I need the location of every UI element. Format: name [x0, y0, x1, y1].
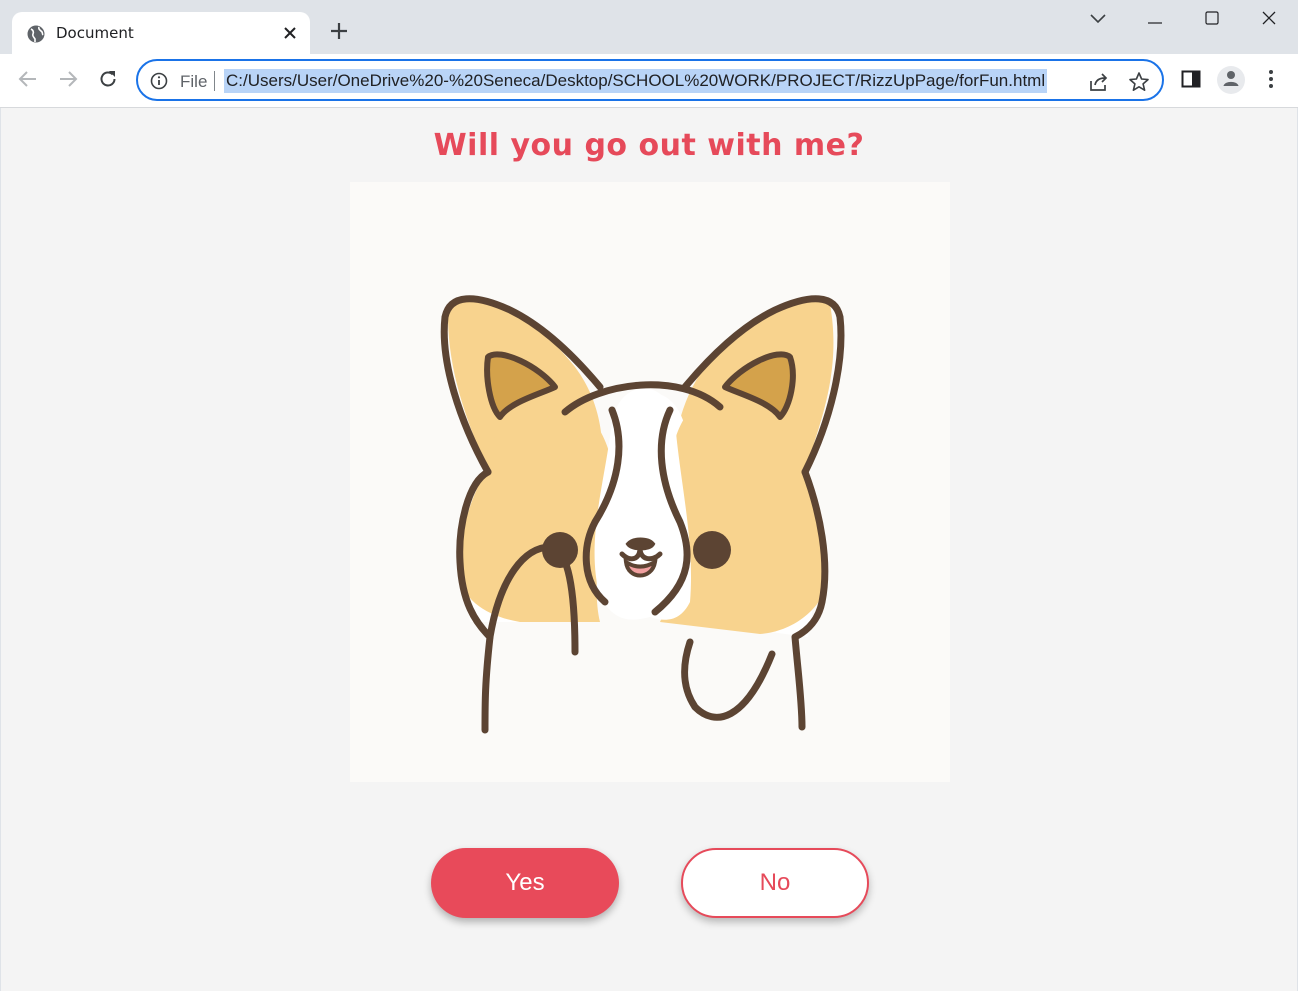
browser-toolbar: File C:/Users/User/OneDrive%20-%20Seneca…	[0, 54, 1298, 108]
page-title: Will you go out with me?	[433, 128, 865, 163]
profile-icon	[1221, 68, 1241, 93]
tab-search-button[interactable]	[1083, 6, 1113, 34]
maximize-button[interactable]	[1197, 6, 1227, 34]
reload-icon	[98, 69, 118, 94]
yes-button[interactable]: Yes	[431, 848, 619, 918]
window-close-button[interactable]	[1254, 6, 1284, 34]
forward-arrow-icon	[58, 70, 78, 93]
no-button[interactable]: No	[681, 848, 869, 918]
address-bar[interactable]: File C:/Users/User/OneDrive%20-%20Seneca…	[136, 59, 1164, 101]
back-arrow-icon	[18, 70, 38, 93]
star-icon[interactable]	[1128, 71, 1150, 93]
back-button[interactable]	[14, 67, 42, 95]
scheme-label: File	[180, 72, 208, 91]
close-icon	[1262, 11, 1276, 30]
forward-button[interactable]	[54, 67, 82, 95]
reload-button[interactable]	[94, 67, 122, 95]
close-icon[interactable]	[280, 23, 300, 43]
corgi-image	[350, 182, 950, 782]
menu-button[interactable]	[1257, 67, 1285, 95]
side-panel-button[interactable]	[1177, 67, 1205, 95]
profile-button[interactable]	[1217, 66, 1245, 94]
globe-icon	[26, 24, 46, 44]
browser-tab[interactable]: Document	[12, 12, 310, 54]
chevron-down-icon	[1090, 11, 1106, 29]
minimize-icon	[1148, 11, 1162, 29]
page-content: Will you go out with me? Yes No	[1, 108, 1297, 991]
plus-icon	[330, 22, 348, 45]
share-icon[interactable]	[1088, 71, 1110, 93]
new-tab-button[interactable]	[326, 20, 352, 46]
url-text[interactable]: C:/Users/User/OneDrive%20-%20Seneca/Desk…	[224, 69, 1048, 93]
minimize-button[interactable]	[1140, 6, 1170, 34]
info-icon[interactable]	[150, 72, 168, 90]
maximize-icon	[1205, 10, 1219, 30]
tab-title: Document	[56, 24, 134, 42]
separator	[214, 71, 215, 91]
tab-strip: Document	[0, 0, 1298, 54]
side-panel-icon	[1181, 70, 1201, 93]
kebab-menu-icon	[1268, 69, 1274, 94]
